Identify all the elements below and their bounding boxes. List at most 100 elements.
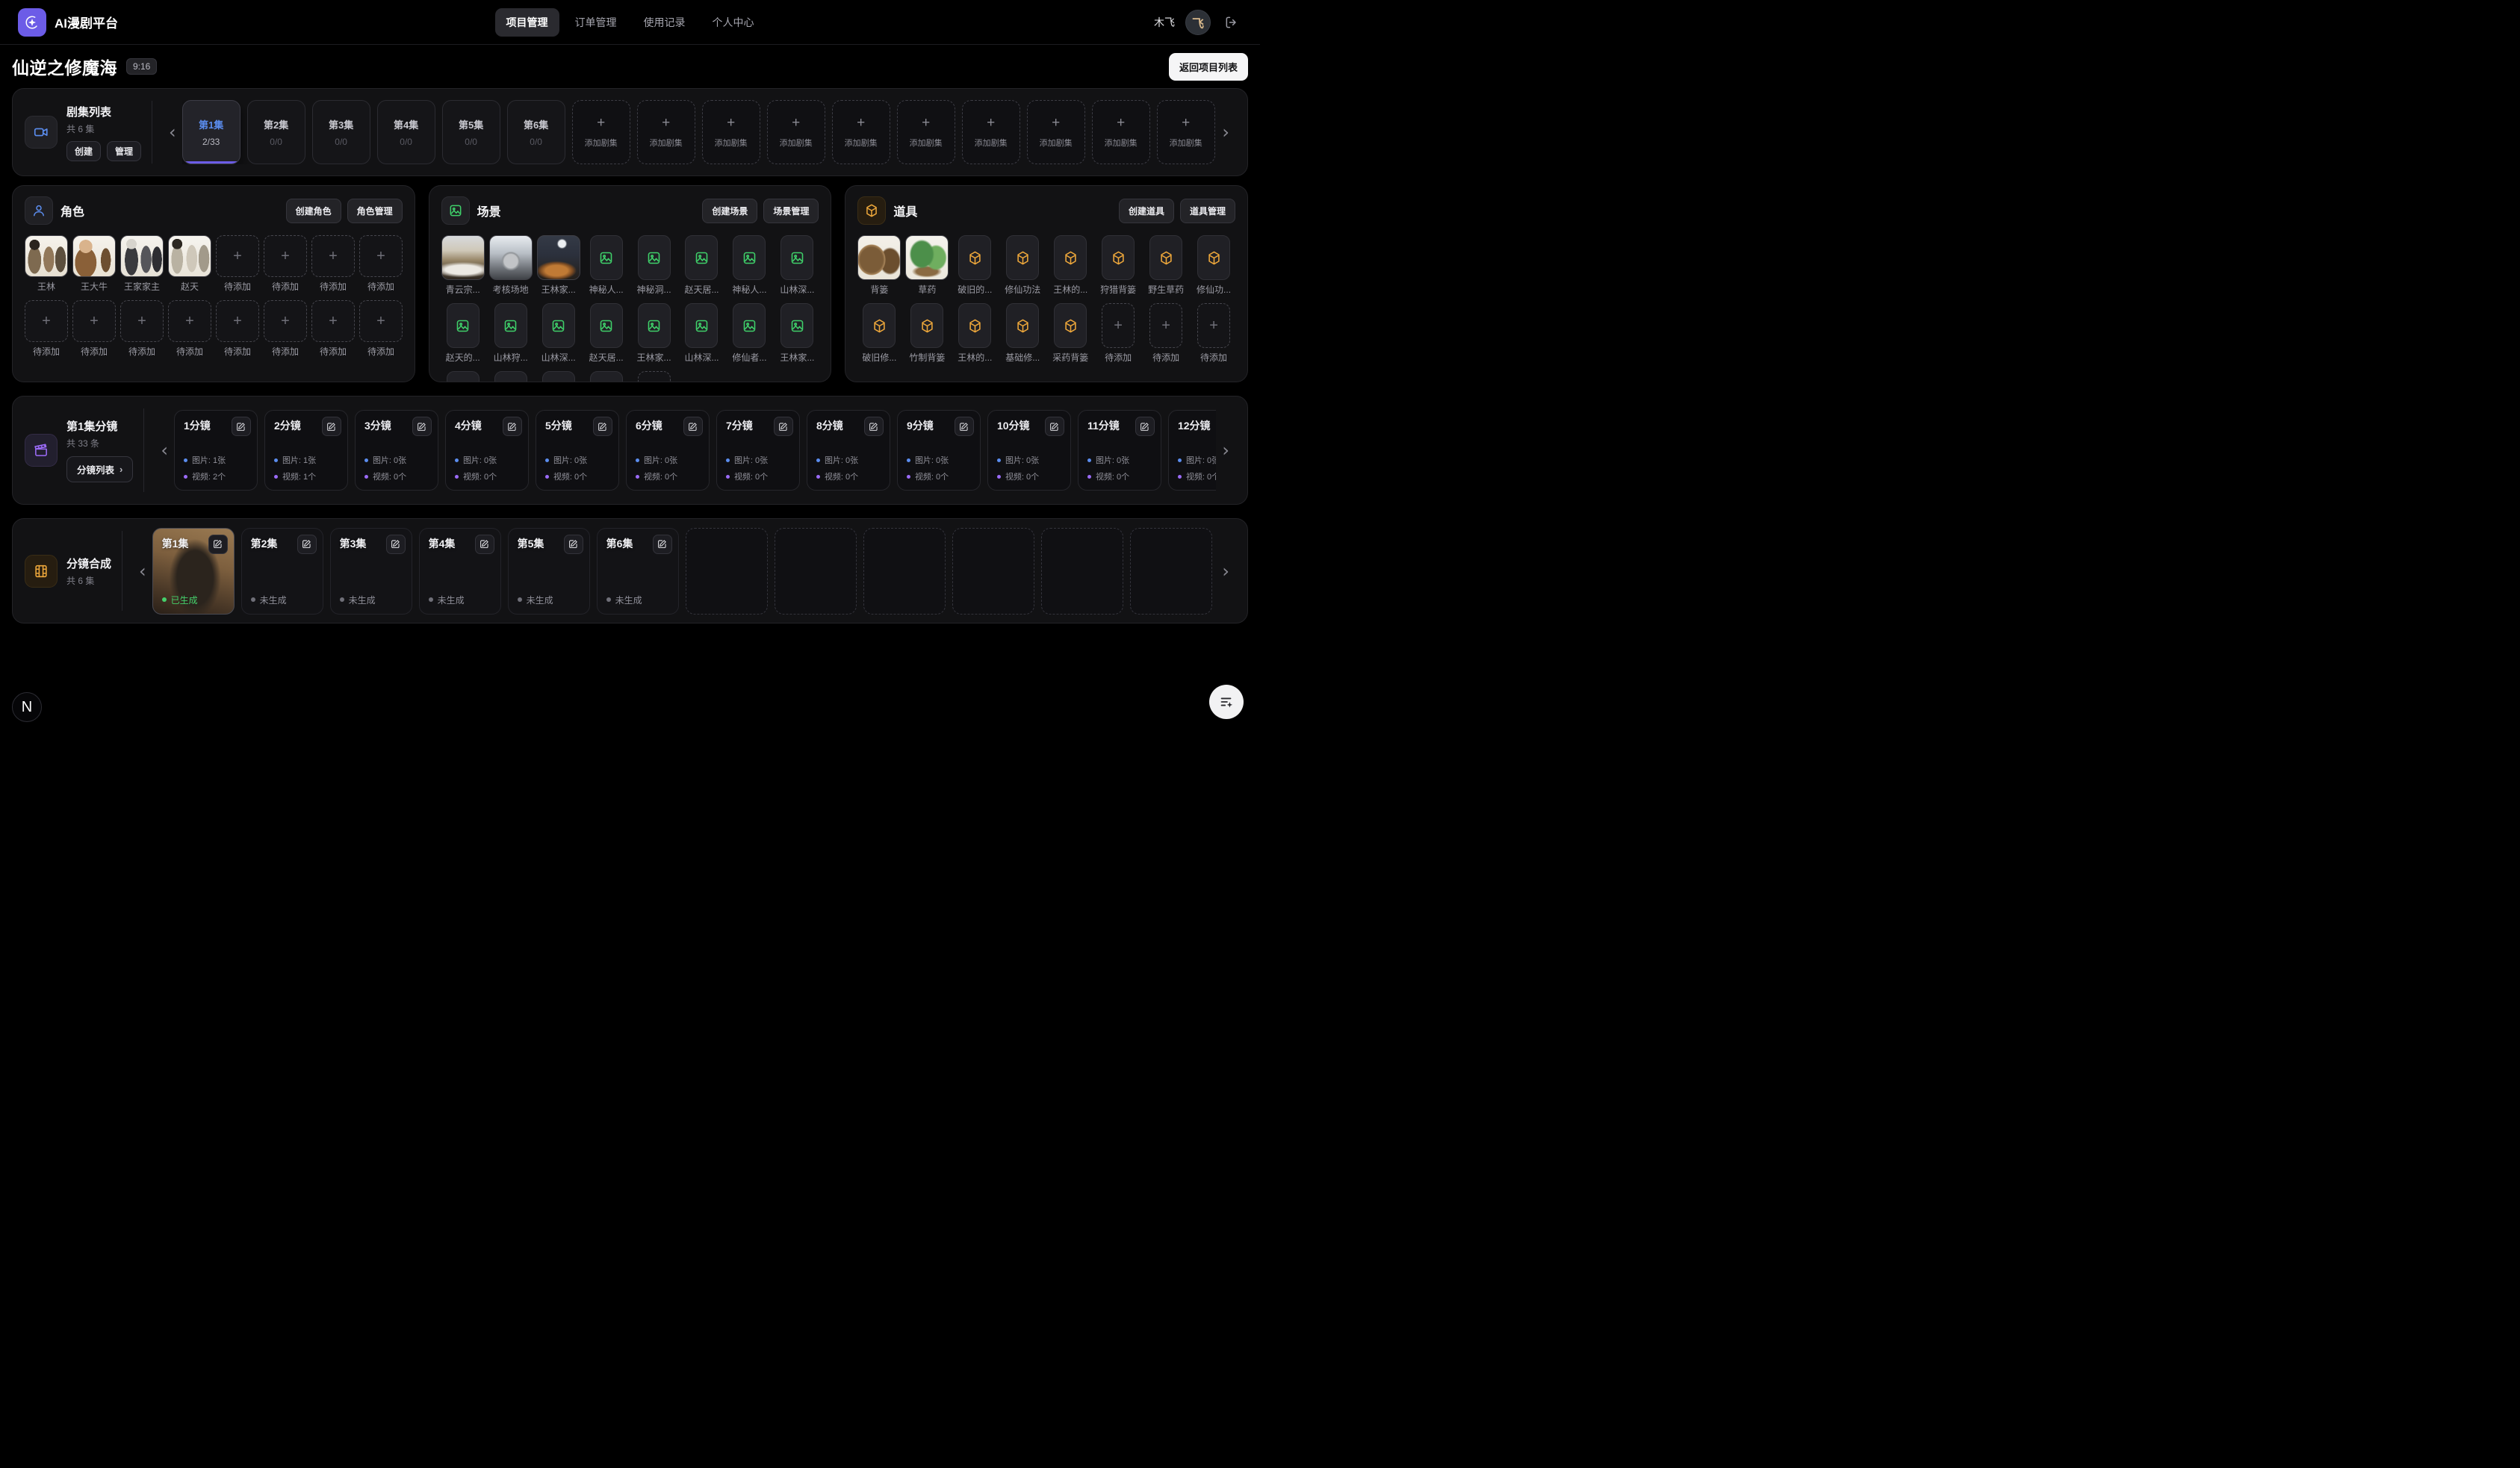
add-prop-slot[interactable]: +: [1197, 303, 1230, 348]
add-character-slot[interactable]: +: [311, 300, 355, 342]
nav-item[interactable]: 个人中心: [701, 8, 766, 37]
edit-button[interactable]: [1135, 417, 1155, 436]
empty-composition-slot[interactable]: [1041, 528, 1123, 615]
empty-composition-slot[interactable]: [1130, 528, 1212, 615]
episode-card[interactable]: 第2集 0/0: [247, 100, 305, 164]
create-prop-button[interactable]: 创建道具: [1119, 199, 1174, 223]
edit-button[interactable]: [297, 535, 317, 554]
shot-card[interactable]: 11分镜 图片: 0张 视频: 0个: [1078, 410, 1161, 491]
add-character-slot[interactable]: +: [72, 300, 116, 342]
edit-button[interactable]: [232, 417, 251, 436]
add-episode-slot[interactable]: + 添加剧集: [1157, 100, 1215, 164]
episode-scroller[interactable]: 第1集 2/33 第2集 0/0 第3集 0/0 第4集 0/0: [182, 100, 1217, 164]
character-card[interactable]: [120, 235, 164, 277]
add-character-slot[interactable]: +: [25, 300, 68, 342]
composition-scroller[interactable]: 第1集 已生成 第2集: [152, 528, 1217, 615]
scene-card[interactable]: [590, 371, 623, 382]
shot-card[interactable]: 9分镜 图片: 0张 视频: 0个: [897, 410, 981, 491]
add-episode-slot[interactable]: + 添加剧集: [897, 100, 955, 164]
episode-card[interactable]: 第6集 0/0: [507, 100, 565, 164]
character-card[interactable]: [72, 235, 116, 277]
manage-prop-button[interactable]: 道具管理: [1180, 199, 1235, 223]
prop-card[interactable]: [857, 235, 901, 280]
scene-card[interactable]: [542, 303, 575, 348]
episode-card[interactable]: 第3集 0/0: [312, 100, 370, 164]
nav-item[interactable]: 项目管理: [495, 8, 559, 37]
composition-card[interactable]: 第1集 已生成: [152, 528, 235, 615]
chevron-left-icon[interactable]: ‹: [163, 123, 182, 141]
scene-card[interactable]: [447, 371, 480, 382]
edit-button[interactable]: [955, 417, 974, 436]
scene-card[interactable]: [685, 303, 718, 348]
add-character-slot[interactable]: +: [359, 235, 403, 277]
prop-card[interactable]: [1102, 235, 1135, 280]
prop-card[interactable]: [958, 303, 991, 348]
scene-card[interactable]: [441, 235, 485, 280]
add-episode-slot[interactable]: + 添加剧集: [637, 100, 695, 164]
logout-button[interactable]: [1221, 12, 1242, 33]
composition-card[interactable]: 第5集 未生成: [508, 528, 590, 615]
edit-button[interactable]: [475, 535, 494, 554]
composition-card[interactable]: 第4集 未生成: [419, 528, 501, 615]
add-episode-slot[interactable]: + 添加剧集: [962, 100, 1020, 164]
prop-card[interactable]: [1197, 235, 1230, 280]
episode-card[interactable]: 第1集 2/33: [182, 100, 240, 164]
add-episode-slot[interactable]: + 添加剧集: [1027, 100, 1085, 164]
edit-button[interactable]: [774, 417, 793, 436]
chevron-right-icon[interactable]: ›: [1216, 562, 1235, 580]
prop-card[interactable]: [910, 303, 943, 348]
scene-card[interactable]: [537, 235, 580, 280]
prop-card[interactable]: [1054, 303, 1087, 348]
edit-button[interactable]: [503, 417, 522, 436]
avatar[interactable]: 飞: [1185, 10, 1211, 35]
edit-button[interactable]: [412, 417, 432, 436]
edit-button[interactable]: [864, 417, 884, 436]
prop-card[interactable]: [1006, 235, 1039, 280]
edit-button[interactable]: [208, 535, 228, 554]
shot-card[interactable]: 4分镜 图片: 0张 视频: 0个: [445, 410, 529, 491]
shot-card[interactable]: 1分镜 图片: 1张 视频: 2个: [174, 410, 258, 491]
add-episode-slot[interactable]: + 添加剧集: [572, 100, 630, 164]
shot-card[interactable]: 6分镜 图片: 0张 视频: 0个: [626, 410, 710, 491]
edit-button[interactable]: [653, 535, 672, 554]
add-scene-slot[interactable]: +: [638, 371, 671, 382]
add-character-slot[interactable]: +: [264, 300, 307, 342]
composition-card[interactable]: 第3集 未生成: [330, 528, 412, 615]
scene-card[interactable]: [780, 303, 813, 348]
add-prop-slot[interactable]: +: [1149, 303, 1182, 348]
episode-card[interactable]: 第5集 0/0: [442, 100, 500, 164]
shot-card[interactable]: 2分镜 图片: 1张 视频: 1个: [264, 410, 348, 491]
add-character-slot[interactable]: +: [216, 235, 259, 277]
add-character-slot[interactable]: +: [311, 235, 355, 277]
manage-scene-button[interactable]: 场景管理: [763, 199, 819, 223]
empty-composition-slot[interactable]: [952, 528, 1034, 615]
edit-button[interactable]: [564, 535, 583, 554]
composition-card[interactable]: 第6集 未生成: [597, 528, 679, 615]
add-episode-slot[interactable]: + 添加剧集: [832, 100, 890, 164]
shot-card[interactable]: 10分镜 图片: 0张 视频: 0个: [987, 410, 1071, 491]
manage-episode-button[interactable]: 管理: [107, 141, 141, 161]
prop-card[interactable]: [1054, 235, 1087, 280]
scene-card[interactable]: [638, 235, 671, 280]
nav-item[interactable]: 使用记录: [633, 8, 697, 37]
edit-button[interactable]: [322, 417, 341, 436]
edit-button[interactable]: [1045, 417, 1064, 436]
scene-card[interactable]: [733, 235, 766, 280]
create-episode-button[interactable]: 创建: [66, 141, 101, 161]
add-episode-slot[interactable]: + 添加剧集: [1092, 100, 1150, 164]
add-character-slot[interactable]: +: [216, 300, 259, 342]
storyboard-list-button[interactable]: 分镜列表 ›: [66, 456, 133, 482]
scene-card[interactable]: [494, 371, 527, 382]
prop-card[interactable]: [1006, 303, 1039, 348]
nav-item[interactable]: 订单管理: [564, 8, 628, 37]
add-episode-slot[interactable]: + 添加剧集: [767, 100, 825, 164]
chevron-right-icon[interactable]: ›: [1216, 123, 1235, 141]
shot-card[interactable]: 3分镜 图片: 0张 视频: 0个: [355, 410, 438, 491]
scene-card[interactable]: [638, 303, 671, 348]
prop-card[interactable]: [863, 303, 896, 348]
back-to-projects-button[interactable]: 返回项目列表: [1169, 53, 1248, 81]
scene-card[interactable]: [447, 303, 480, 348]
shot-card[interactable]: 12分镜 图片: 0张 视频: 0个: [1168, 410, 1216, 491]
chevron-right-icon[interactable]: ›: [1216, 441, 1235, 459]
add-character-slot[interactable]: +: [264, 235, 307, 277]
